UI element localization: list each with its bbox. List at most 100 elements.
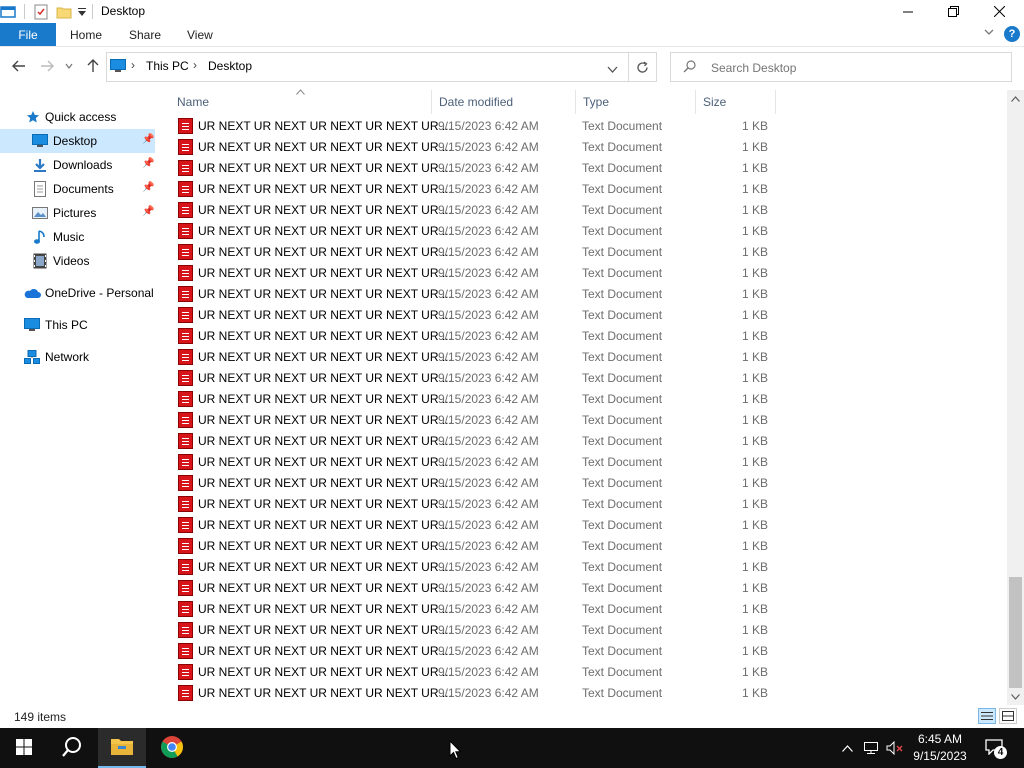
file-row[interactable]: UR NEXT UR NEXT UR NEXT UR NEXT UR ... 9/… <box>170 515 780 536</box>
tab-share[interactable]: Share <box>129 23 161 46</box>
nav-item-videos[interactable]: Videos <box>0 249 155 273</box>
nav-item-this-pc[interactable]: This PC <box>0 313 155 337</box>
file-row[interactable]: UR NEXT UR NEXT UR NEXT UR NEXT UR ... 9/… <box>170 431 780 452</box>
file-row[interactable]: UR NEXT UR NEXT UR NEXT UR NEXT UR ... 9/… <box>170 599 780 620</box>
forward-button[interactable] <box>36 55 58 77</box>
taskbar-clock[interactable]: 6:45 AM 9/15/2023 <box>905 731 975 765</box>
pin-icon[interactable]: 📌 <box>142 134 154 145</box>
column-header-name[interactable]: Name <box>170 89 432 114</box>
taskbar-chrome[interactable] <box>148 728 196 768</box>
file-row[interactable]: UR NEXT UR NEXT UR NEXT UR NEXT UR ... 9/… <box>170 368 780 389</box>
text-document-icon <box>178 433 193 449</box>
properties-icon[interactable] <box>33 3 49 20</box>
file-row[interactable]: UR NEXT UR NEXT UR NEXT UR NEXT UR ... 9/… <box>170 221 780 242</box>
nav-item-documents[interactable]: Documents 📌 <box>0 177 155 201</box>
start-button[interactable] <box>0 728 48 768</box>
file-size: 1 KB <box>741 560 768 574</box>
search-input[interactable] <box>709 58 1003 78</box>
file-row[interactable]: UR NEXT UR NEXT UR NEXT UR NEXT UR ... 9/… <box>170 158 780 179</box>
tab-home[interactable]: Home <box>70 23 102 46</box>
recent-locations-button[interactable] <box>61 55 77 77</box>
file-row[interactable]: UR NEXT UR NEXT UR NEXT UR NEXT UR ... 9/… <box>170 389 780 410</box>
restore-button[interactable] <box>930 0 976 23</box>
scrollbar-thumb[interactable] <box>1009 577 1022 688</box>
address-dropdown-icon[interactable] <box>607 63 618 77</box>
nav-item-desktop[interactable]: Desktop 📌 <box>0 129 155 153</box>
network-tray-icon[interactable] <box>860 728 882 768</box>
column-header-type[interactable]: Type <box>576 90 696 114</box>
pin-icon[interactable]: 📌 <box>142 206 154 217</box>
address-bar[interactable]: › This PC › Desktop <box>106 52 629 82</box>
file-size: 1 KB <box>741 413 768 427</box>
file-row[interactable]: UR NEXT UR NEXT UR NEXT UR NEXT UR ... 9/… <box>170 662 780 683</box>
file-row[interactable]: UR NEXT UR NEXT UR NEXT UR NEXT UR ... 9/… <box>170 137 780 158</box>
file-type: Text Document <box>582 161 663 175</box>
quick-access-dropdown-icon[interactable] <box>77 3 87 20</box>
file-row[interactable]: UR NEXT UR NEXT UR NEXT UR NEXT UR ... 9/… <box>170 284 780 305</box>
file-size: 1 KB <box>741 623 768 637</box>
pin-icon[interactable]: 📌 <box>142 182 154 193</box>
file-row[interactable]: UR NEXT UR NEXT UR NEXT UR NEXT UR ... 9/… <box>170 494 780 515</box>
explorer-icon[interactable] <box>0 3 16 20</box>
file-row[interactable]: UR NEXT UR NEXT UR NEXT UR NEXT UR ... 9/… <box>170 179 780 200</box>
file-tab[interactable]: File <box>0 23 56 46</box>
file-row[interactable]: UR NEXT UR NEXT UR NEXT UR NEXT UR ... 9/… <box>170 116 780 137</box>
refresh-button[interactable] <box>629 52 657 82</box>
back-button[interactable] <box>8 55 30 77</box>
pin-icon[interactable]: 📌 <box>142 158 154 169</box>
file-row[interactable]: UR NEXT UR NEXT UR NEXT UR NEXT UR ... 9/… <box>170 557 780 578</box>
volume-muted-icon[interactable] <box>884 728 906 768</box>
file-explorer-icon <box>110 736 134 759</box>
taskbar-file-explorer[interactable] <box>98 728 146 768</box>
breadcrumb-this-pc[interactable]: This PC <box>146 59 189 73</box>
breadcrumb-separator[interactable]: › <box>131 58 135 72</box>
column-header-size[interactable]: Size <box>696 90 776 114</box>
file-row[interactable]: UR NEXT UR NEXT UR NEXT UR NEXT UR ... 9/… <box>170 200 780 221</box>
file-row[interactable]: UR NEXT UR NEXT UR NEXT UR NEXT UR ... 9/… <box>170 641 780 662</box>
taskbar-search-button[interactable] <box>48 728 96 768</box>
text-document-icon <box>178 202 193 218</box>
file-row[interactable]: UR NEXT UR NEXT UR NEXT UR NEXT UR ... 9/… <box>170 242 780 263</box>
file-row[interactable]: UR NEXT UR NEXT UR NEXT UR NEXT UR ... 9/… <box>170 536 780 557</box>
ribbon-tabs: File Home Share View ? <box>0 23 1024 47</box>
file-row[interactable]: UR NEXT UR NEXT UR NEXT UR NEXT UR ... 9/… <box>170 347 780 368</box>
nav-item-onedrive[interactable]: OneDrive - Personal <box>0 281 155 305</box>
large-icons-view-button[interactable] <box>999 708 1017 724</box>
nav-item-music[interactable]: Music <box>0 225 155 249</box>
search-box[interactable] <box>670 52 1012 82</box>
column-header-date[interactable]: Date modified <box>432 90 576 114</box>
file-name: UR NEXT UR NEXT UR NEXT UR NEXT UR ... <box>198 266 452 280</box>
scroll-down-arrow-icon[interactable] <box>1007 688 1024 705</box>
scroll-up-arrow-icon[interactable] <box>1007 90 1024 107</box>
file-row[interactable]: UR NEXT UR NEXT UR NEXT UR NEXT UR ... 9/… <box>170 452 780 473</box>
close-button[interactable] <box>976 0 1022 23</box>
vertical-scrollbar[interactable] <box>1007 90 1024 705</box>
file-row[interactable]: UR NEXT UR NEXT UR NEXT UR NEXT UR ... 9/… <box>170 263 780 284</box>
file-row[interactable]: UR NEXT UR NEXT UR NEXT UR NEXT UR ... 9/… <box>170 683 780 704</box>
nav-item-network[interactable]: Network <box>0 345 155 369</box>
show-hidden-icons-button[interactable] <box>838 728 856 768</box>
tab-view[interactable]: View <box>187 23 213 46</box>
nav-label: Quick access <box>45 110 117 124</box>
breadcrumb-desktop[interactable]: Desktop <box>208 59 252 73</box>
file-row[interactable]: UR NEXT UR NEXT UR NEXT UR NEXT UR ... 9/… <box>170 410 780 431</box>
nav-item-downloads[interactable]: Downloads 📌 <box>0 153 155 177</box>
up-button[interactable] <box>82 55 104 77</box>
minimize-button[interactable] <box>885 0 931 23</box>
file-row[interactable]: UR NEXT UR NEXT UR NEXT UR NEXT UR ... 9/… <box>170 473 780 494</box>
details-view-button[interactable] <box>978 708 996 724</box>
file-row[interactable]: UR NEXT UR NEXT UR NEXT UR NEXT UR ... 9/… <box>170 305 780 326</box>
breadcrumb-separator[interactable]: › <box>193 58 197 72</box>
nav-item-quick-access[interactable]: Quick access <box>0 105 155 129</box>
file-row[interactable]: UR NEXT UR NEXT UR NEXT UR NEXT UR ... 9/… <box>170 326 780 347</box>
this-pc-icon <box>110 59 126 76</box>
text-document-icon <box>178 181 193 197</box>
file-row[interactable]: UR NEXT UR NEXT UR NEXT UR NEXT UR ... 9/… <box>170 578 780 599</box>
file-date-modified: 9/15/2023 6:42 AM <box>438 434 539 448</box>
nav-item-pictures[interactable]: Pictures 📌 <box>0 201 155 225</box>
expand-ribbon-icon[interactable] <box>984 27 994 39</box>
help-icon[interactable]: ? <box>1004 26 1020 42</box>
file-row[interactable]: UR NEXT UR NEXT UR NEXT UR NEXT UR ... 9/… <box>170 620 780 641</box>
action-center-button[interactable]: 4 <box>980 728 1010 768</box>
new-folder-icon[interactable] <box>56 3 72 20</box>
